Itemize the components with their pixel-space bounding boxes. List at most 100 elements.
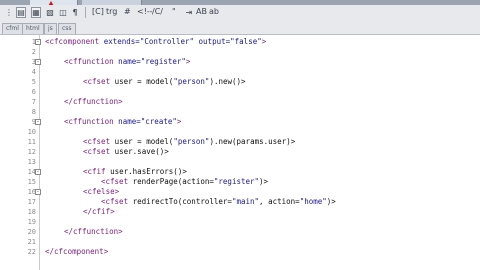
line-number: 9 bbox=[31, 118, 36, 126]
attribute-name: name= bbox=[113, 57, 141, 66]
code-line-16: <cfelse> bbox=[83, 187, 120, 196]
uppercase-button[interactable]: AB bbox=[196, 7, 207, 16]
code-line-17: <cfset redirectTo(controller="main", act… bbox=[101, 197, 336, 207]
line-number: 17 bbox=[27, 198, 36, 206]
line-number: 20 bbox=[27, 228, 36, 236]
fold-toggle-icon[interactable]: - bbox=[35, 169, 41, 175]
fold-toggle-icon[interactable]: - bbox=[35, 39, 41, 45]
line-number: 15 bbox=[27, 178, 36, 186]
string-literal: "register" bbox=[213, 177, 260, 186]
tag-close: > bbox=[261, 37, 267, 46]
line-number: 21 bbox=[27, 238, 36, 246]
line-number: 4 bbox=[31, 68, 36, 76]
tag-name: <cfif bbox=[83, 167, 106, 176]
line-number: 7 bbox=[31, 98, 36, 106]
cf-comment-button[interactable]: /C/ bbox=[152, 7, 163, 16]
indent-icon[interactable]: ⇥ bbox=[184, 7, 194, 18]
code-line-12: <cfset user.save()> bbox=[83, 147, 169, 157]
line-number: 1 bbox=[31, 38, 36, 46]
code-line-20: </cffunction> bbox=[64, 227, 123, 236]
italic-icon[interactable]: ▧ bbox=[45, 7, 55, 18]
tab-cfml[interactable]: cfml bbox=[2, 23, 23, 34]
tag-close: > bbox=[176, 117, 182, 126]
code-text: user = model( bbox=[110, 137, 174, 146]
code-text: redirectTo(controller= bbox=[128, 197, 232, 206]
bold-icon[interactable]: ▦ bbox=[31, 7, 41, 18]
tag-name: <cfset bbox=[83, 77, 111, 86]
fold-toggle-icon[interactable]: - bbox=[35, 119, 41, 125]
hash-button[interactable]: # bbox=[124, 7, 131, 16]
code-line-14: <cfif user.hasErrors()> bbox=[83, 167, 187, 177]
code-line-22: </cfcomponent> bbox=[45, 247, 109, 256]
code-line-9: <cffunction name="create"> bbox=[64, 117, 181, 127]
line-number: 11 bbox=[27, 138, 36, 146]
document-icon[interactable]: ▤ bbox=[16, 7, 26, 18]
line-number: 10 bbox=[27, 128, 36, 136]
line-number: 22 bbox=[27, 248, 36, 256]
string-literal: "main" bbox=[231, 197, 260, 206]
code-text: )> bbox=[326, 197, 336, 206]
code-line-5: <cfset user = model("person").new()> bbox=[83, 77, 246, 87]
code-line-1: <cfcomponent extends="Controller" output… bbox=[45, 37, 266, 47]
code-text: ).new()> bbox=[209, 77, 246, 86]
string-literal: "home" bbox=[299, 197, 327, 206]
code-text: user.save()> bbox=[110, 147, 169, 156]
attribute-name: extends= bbox=[99, 37, 140, 46]
quote-button[interactable]: " bbox=[172, 7, 176, 16]
line-number: 14 bbox=[27, 168, 36, 176]
code-text: )> bbox=[259, 177, 269, 186]
attribute-value: "register" bbox=[140, 57, 186, 66]
line-number: 3 bbox=[31, 58, 36, 66]
line-number: 8 bbox=[31, 108, 36, 116]
attribute-value: "Controller" bbox=[139, 37, 195, 46]
attribute-name: output= bbox=[194, 37, 231, 46]
grip-icon: ⋮ bbox=[5, 8, 13, 17]
code-line-18: </cfif> bbox=[83, 207, 115, 216]
tab-css[interactable]: css bbox=[58, 23, 76, 34]
line-number: 18 bbox=[27, 208, 36, 216]
tag-name: <cffunction bbox=[64, 117, 114, 126]
attribute-value: "false" bbox=[230, 37, 262, 46]
code-text: renderPage(action= bbox=[128, 177, 214, 186]
line-number: 6 bbox=[31, 88, 36, 96]
separator bbox=[85, 7, 86, 18]
line-number: 19 bbox=[27, 218, 36, 226]
code-text: , action= bbox=[259, 197, 300, 206]
attribute-value: "create" bbox=[140, 117, 177, 126]
code-text: ).new(params.user)> bbox=[209, 137, 296, 146]
tab-html[interactable]: html bbox=[22, 23, 44, 34]
string-literal: "person" bbox=[173, 137, 210, 146]
line-number: 16 bbox=[27, 188, 36, 196]
tab-js[interactable]: js bbox=[44, 23, 57, 34]
editor-toolbar: ⋮ ▤ ▦ ▧ ◫ ¶ [C] trg # <!-- /C/ " ⇥ AB ab… bbox=[0, 5, 480, 35]
code-text: user.hasErrors()> bbox=[105, 167, 187, 176]
code-line-3: <cffunction name="register"> bbox=[64, 57, 190, 67]
tag-name: <cffunction bbox=[64, 57, 114, 66]
format-icon[interactable]: ◫ bbox=[58, 7, 68, 18]
toolbar-row-insert: ⋮ ▤ ▦ ▧ ◫ ¶ [C] trg # <!-- /C/ " ⇥ AB ab bbox=[0, 5, 480, 20]
line-number: 12 bbox=[27, 148, 36, 156]
code-editor[interactable]: 1 2 3 4 5 6 7 8 9 10 11 12 13 14 15 16 1… bbox=[0, 35, 480, 270]
code-line-7: </cffunction> bbox=[64, 97, 123, 106]
comment-button[interactable]: <!-- bbox=[137, 7, 153, 16]
tag-close: > bbox=[185, 57, 191, 66]
attribute-name: name= bbox=[113, 117, 141, 126]
lowercase-button[interactable]: ab bbox=[209, 7, 219, 16]
line-number-gutter: 1 2 3 4 5 6 7 8 9 10 11 12 13 14 15 16 1… bbox=[0, 35, 41, 270]
line-number: 5 bbox=[31, 78, 36, 86]
tag-name: <cfset bbox=[101, 177, 129, 186]
fold-toggle-icon[interactable]: - bbox=[35, 59, 41, 65]
code-text: user = model( bbox=[110, 77, 174, 86]
tag-name: <cfset bbox=[83, 137, 111, 146]
paragraph-icon[interactable]: ¶ bbox=[70, 7, 80, 18]
line-number: 13 bbox=[27, 158, 36, 166]
tag-name: <cfset bbox=[101, 197, 129, 206]
tag-name: <cfset bbox=[83, 147, 111, 156]
trigger-button[interactable]: trg bbox=[106, 7, 117, 16]
tag-name: <cfcomponent bbox=[45, 37, 100, 46]
code-line-11: <cfset user = model("person").new(params… bbox=[83, 137, 295, 147]
toolbar-row-tabs: cfml html js css bbox=[0, 20, 480, 35]
cf-tag-button[interactable]: [C] bbox=[92, 7, 104, 16]
fold-toggle-icon[interactable]: - bbox=[35, 189, 41, 195]
line-number: 2 bbox=[31, 48, 36, 56]
